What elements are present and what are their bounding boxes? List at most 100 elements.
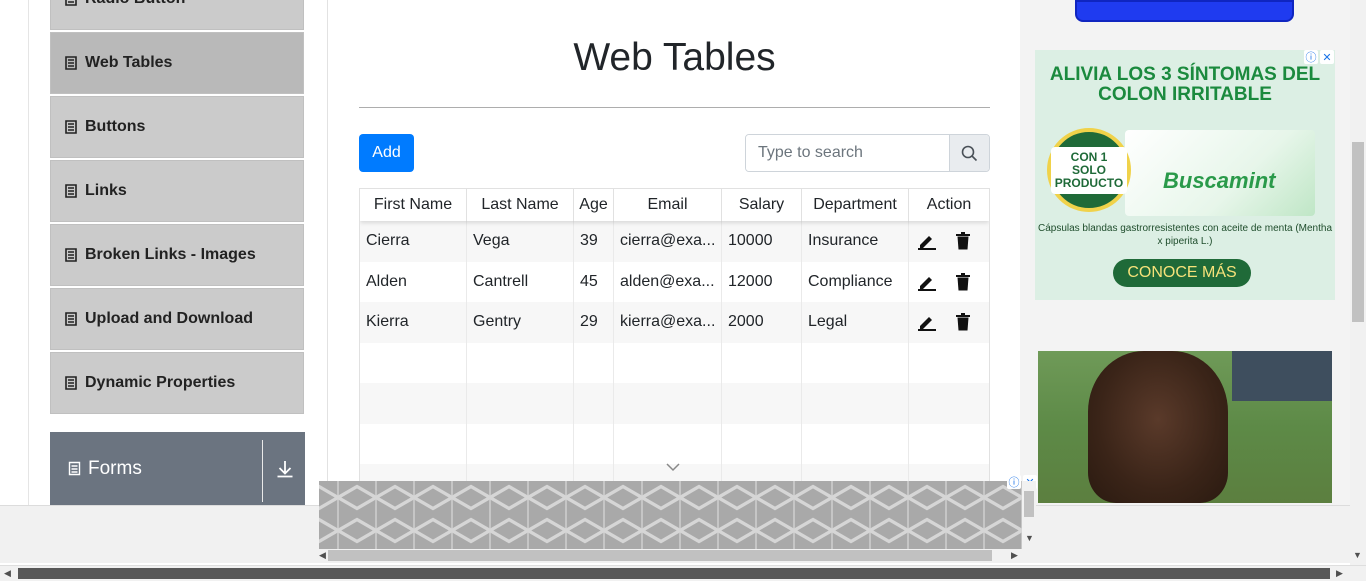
empty-cell: [360, 423, 467, 464]
scroll-right-arrow-icon[interactable]: ▶: [1336, 568, 1343, 579]
scroll-right-arrow-icon[interactable]: ▶: [1011, 550, 1018, 561]
ad-close-icon[interactable]: ✕: [1320, 50, 1334, 64]
sidebar-item-buttons[interactable]: Buttons: [50, 96, 304, 158]
page-title: Web Tables: [573, 36, 776, 79]
ad-image-detail: [1232, 351, 1332, 401]
document-icon: [65, 312, 77, 326]
chevron-down-icon[interactable]: [665, 462, 681, 472]
web-table: First Name Last Name Age Email Salary De…: [359, 188, 990, 483]
cell-action: [909, 302, 989, 343]
sidebar-divider: [327, 0, 328, 505]
sidebar-item-upload-download[interactable]: Upload and Download: [50, 288, 304, 350]
ad-banner-button[interactable]: [1075, 0, 1294, 22]
bottom-banner-ad[interactable]: [319, 481, 1022, 549]
ad-info-icon[interactable]: ⓘ: [1304, 50, 1318, 64]
empty-row: [360, 423, 989, 465]
table-row: Kierra Gentry 29 kierra@exa... 2000 Lega…: [360, 302, 989, 343]
scrollbar-thumb[interactable]: [328, 550, 992, 561]
empty-cell: [802, 423, 909, 464]
bottom-ad-horizontal-scrollbar[interactable]: ◀ ▶: [319, 549, 1022, 562]
sidebar-item-radio-button[interactable]: Radio Button: [50, 0, 304, 30]
scrollbar-thumb[interactable]: [1352, 142, 1364, 322]
scrollbar-thumb[interactable]: [1024, 491, 1034, 517]
sidebar-item-label: Radio Button: [85, 0, 185, 8]
column-header-last-name[interactable]: Last Name: [467, 189, 574, 221]
empty-cell: [909, 424, 989, 465]
empty-cell: [574, 423, 614, 464]
delete-icon[interactable]: [955, 313, 971, 331]
scroll-down-arrow-icon[interactable]: ▼: [1025, 533, 1034, 543]
delete-icon[interactable]: [955, 272, 971, 291]
cell-first-name: Cierra: [360, 221, 467, 262]
column-header-department[interactable]: Department: [802, 189, 909, 221]
edit-icon[interactable]: [917, 313, 937, 332]
sidebar-item-label: Web Tables: [85, 54, 173, 71]
cell-email: alden@exa...: [614, 261, 722, 302]
ad-info-icon[interactable]: ⓘ: [1007, 475, 1021, 489]
cell-action: [909, 221, 989, 262]
scrollbar-thumb[interactable]: [18, 568, 1330, 579]
cell-email: cierra@exa...: [614, 221, 722, 262]
sidebar-item-label: Upload and Download: [85, 310, 253, 327]
search-input[interactable]: [746, 135, 949, 171]
edit-icon[interactable]: [917, 232, 937, 251]
cell-age: 45: [574, 261, 614, 302]
cell-last-name: Vega: [467, 221, 574, 262]
cell-salary: 10000: [722, 221, 802, 262]
empty-cell: [467, 342, 574, 383]
scroll-left-arrow-icon[interactable]: ◀: [4, 568, 11, 579]
sidebar-item-dynamic-properties[interactable]: Dynamic Properties: [50, 352, 304, 414]
cell-action: [909, 262, 989, 303]
left-gutter: [28, 0, 29, 505]
edit-icon[interactable]: [917, 273, 937, 291]
empty-cell: [574, 383, 614, 424]
ad-seal: CON 1 SOLO PRODUCTO: [1047, 128, 1131, 212]
ad-image-knee[interactable]: [1038, 351, 1332, 503]
scroll-left-arrow-icon[interactable]: ◀: [319, 550, 326, 561]
cell-last-name: Cantrell: [467, 261, 574, 302]
page: Radio Button Web Tables Buttons Links Br…: [0, 0, 1366, 581]
empty-row: [360, 342, 989, 383]
delete-icon[interactable]: [955, 232, 971, 250]
column-header-email[interactable]: Email: [614, 189, 722, 221]
sidebar-item-broken-links[interactable]: Broken Links - Images: [50, 224, 304, 286]
cell-age: 29: [574, 302, 614, 343]
cell-email: kierra@exa...: [614, 302, 722, 343]
sidebar-item-web-tables[interactable]: Web Tables: [50, 32, 304, 94]
cell-salary: 2000: [722, 302, 802, 343]
empty-cell: [360, 383, 467, 424]
cell-first-name: Kierra: [360, 302, 467, 343]
sidebar-item-label: Links: [85, 182, 127, 199]
download-arrow-icon[interactable]: [276, 460, 294, 478]
column-header-salary[interactable]: Salary: [722, 189, 802, 221]
empty-cell: [467, 423, 574, 464]
page-vertical-scrollbar[interactable]: ▼: [1350, 0, 1366, 565]
ad-buscamint[interactable]: ALIVIA LOS 3 SÍNTOMAS DEL COLON IRRITABL…: [1035, 50, 1335, 300]
ad-seal-text: CON 1 SOLO PRODUCTO: [1051, 146, 1127, 194]
table-row: Cierra Vega 39 cierra@exa... 10000 Insur…: [360, 221, 989, 262]
sidebar-item-label: Broken Links - Images: [85, 246, 256, 263]
cell-department: Legal: [802, 302, 909, 343]
empty-cell: [614, 423, 722, 464]
add-button[interactable]: Add: [359, 134, 414, 172]
column-header-first-name[interactable]: First Name: [360, 189, 467, 221]
title-divider: [359, 107, 990, 108]
scroll-down-arrow-icon[interactable]: ▼: [1353, 550, 1362, 560]
ad-choices: ⓘ ✕: [1304, 50, 1334, 64]
sidebar-group-forms[interactable]: Forms: [50, 432, 305, 505]
cell-department: Insurance: [802, 221, 909, 262]
empty-cell: [722, 342, 802, 383]
ad-cta-button[interactable]: CONOCE MÁS: [1113, 259, 1251, 287]
ad-subtitle: Cápsulas blandas gastrorresistentes con …: [1037, 223, 1333, 247]
search-button[interactable]: [949, 135, 989, 171]
column-header-age[interactable]: Age: [574, 189, 614, 221]
empty-cell: [802, 383, 909, 424]
form-icon: [68, 461, 81, 476]
sidebar-item-links[interactable]: Links: [50, 160, 304, 222]
sidebar-group-label: Forms: [88, 457, 142, 479]
empty-cell: [722, 423, 802, 464]
cell-first-name: Alden: [360, 261, 467, 302]
empty-cell: [802, 342, 909, 383]
bottom-ad-vertical-scrollbar[interactable]: ▼: [1022, 481, 1036, 547]
page-horizontal-scrollbar[interactable]: ◀ ▶: [0, 565, 1366, 581]
